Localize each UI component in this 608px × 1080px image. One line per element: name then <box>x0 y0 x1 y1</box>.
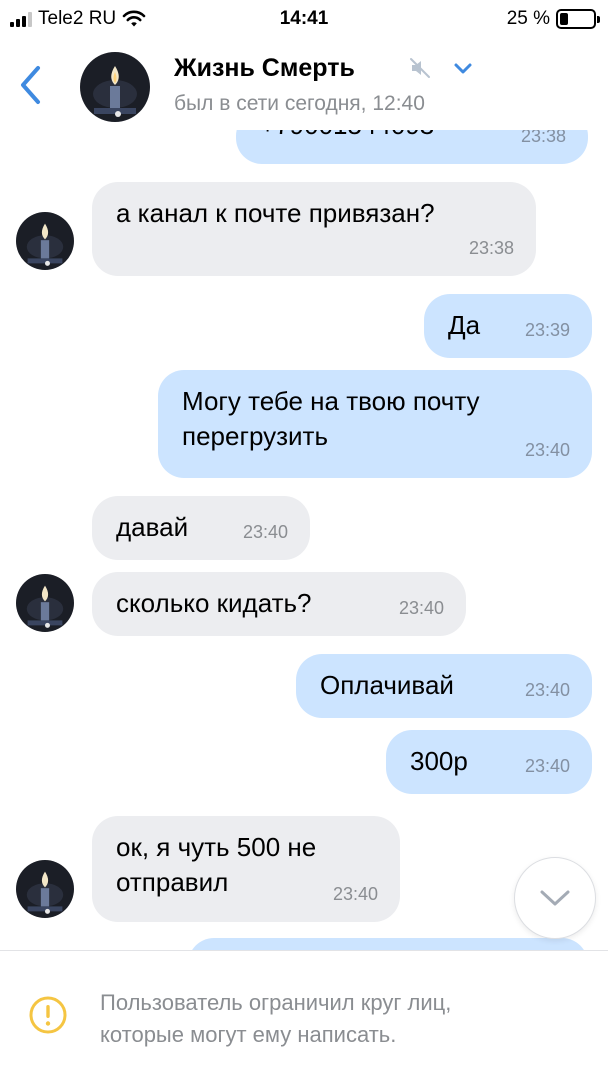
sender-avatar[interactable] <box>16 212 74 270</box>
sender-avatar[interactable] <box>16 860 74 918</box>
chevron-left-icon <box>21 66 40 104</box>
message-bubble-out[interactable] <box>188 938 588 950</box>
message-text: ок, я чуть 500 не отправил <box>116 832 317 897</box>
battery-percent: 25 % <box>506 8 550 29</box>
message-bubble-out[interactable]: Могу тебе на твою почту перегрузить 23:4… <box>158 370 592 478</box>
contact-avatar[interactable] <box>80 52 150 122</box>
status-right: 25 % <box>506 8 600 30</box>
sender-avatar[interactable] <box>16 574 74 632</box>
chat-header: Жизнь Смерть был в сети сегодня, 12:40 <box>0 40 608 130</box>
message-time: 23:38 <box>468 238 514 258</box>
message-bubble-out[interactable]: +79001544093 23:38 <box>236 130 588 164</box>
message-text: Да <box>448 310 481 340</box>
last-seen-status: был в сети сегодня, 12:40 <box>174 92 425 115</box>
warning-icon <box>29 996 67 1034</box>
message-bubble-in[interactable]: а канал к почте привязан? 23:38 <box>92 182 536 276</box>
chevron-down-icon <box>540 890 570 906</box>
message-time: 23:40 <box>398 598 444 618</box>
message-text: давай <box>116 512 189 542</box>
message-bubble-out[interactable]: 300р 23:40 <box>386 730 592 794</box>
avatar-candle-image <box>16 212 74 270</box>
message-text: Оплачивай <box>320 670 454 700</box>
message-bubble-out[interactable]: Оплачивай 23:40 <box>296 654 592 718</box>
message-time: 23:40 <box>524 680 570 700</box>
back-button[interactable] <box>12 62 48 108</box>
message-time: 23:38 <box>520 130 566 146</box>
battery-fill <box>560 13 568 25</box>
composer-restriction-banner: Пользователь ограничил круг лиц, которые… <box>0 950 608 1080</box>
message-text: а канал к почте привязан? <box>116 198 435 228</box>
scroll-to-bottom-button[interactable] <box>514 857 596 939</box>
message-text: 300р <box>410 746 468 776</box>
avatar-candle-image <box>16 574 74 632</box>
message-text: сколько кидать? <box>116 588 312 618</box>
chevron-down-icon[interactable] <box>452 58 474 78</box>
message-time: 23:40 <box>524 440 570 460</box>
message-bubble-in[interactable]: давай 23:40 <box>92 496 310 560</box>
message-text: Могу тебе на твою почту перегрузить <box>182 386 480 451</box>
message-time: 23:40 <box>242 522 288 542</box>
message-text: +79001544093 <box>260 130 434 143</box>
message-time: 23:39 <box>524 320 570 340</box>
status-bar: Tele2 RU 14:41 25 % <box>0 0 608 40</box>
message-bubble-out[interactable]: Да 23:39 <box>424 294 592 358</box>
message-list[interactable]: +79001544093 23:38 а канал к почте привя… <box>0 130 608 950</box>
message-bubble-in[interactable]: сколько кидать? 23:40 <box>92 572 466 636</box>
avatar-candle-image <box>80 52 150 122</box>
message-time: 23:40 <box>524 756 570 776</box>
message-bubble-in[interactable]: ок, я чуть 500 не отправил 23:40 <box>92 816 400 922</box>
avatar-candle-image <box>16 860 74 918</box>
contact-name[interactable]: Жизнь Смерть <box>174 54 355 83</box>
restriction-message: Пользователь ограничил круг лиц, которые… <box>100 990 452 1047</box>
battery-icon <box>556 9 600 29</box>
message-time: 23:40 <box>332 884 378 904</box>
mute-icon <box>410 58 430 78</box>
